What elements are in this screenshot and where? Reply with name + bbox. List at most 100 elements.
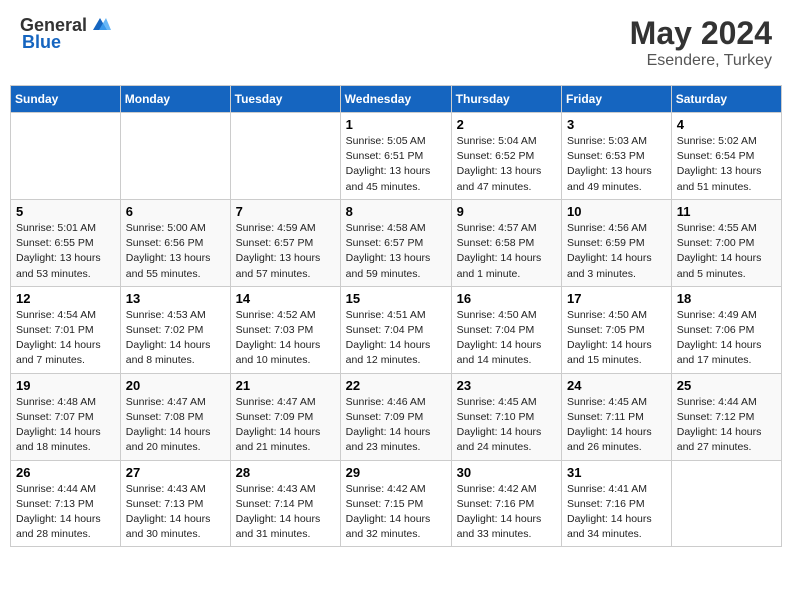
- day-detail: Sunrise: 4:46 AMSunset: 7:09 PMDaylight:…: [346, 395, 446, 456]
- day-number: 10: [567, 204, 666, 219]
- day-number: 16: [457, 291, 556, 306]
- day-detail: Sunrise: 4:47 AMSunset: 7:08 PMDaylight:…: [126, 395, 225, 456]
- day-number: 21: [236, 378, 335, 393]
- calendar-cell: [120, 113, 230, 200]
- weekday-header-thursday: Thursday: [451, 86, 561, 113]
- calendar-cell: [11, 113, 121, 200]
- day-detail: Sunrise: 4:53 AMSunset: 7:02 PMDaylight:…: [126, 308, 225, 369]
- calendar-week-3: 12Sunrise: 4:54 AMSunset: 7:01 PMDayligh…: [11, 286, 782, 373]
- calendar-cell: 31 Sunrise: 4:41 AMSunset: 7:16 PMDayligh…: [562, 460, 672, 547]
- day-detail: Sunrise: 4:49 AMSunset: 7:06 PMDaylight:…: [677, 308, 776, 369]
- calendar-cell: 9 Sunrise: 4:57 AMSunset: 6:58 PMDaylight…: [451, 199, 561, 286]
- calendar-cell: 12Sunrise: 4:54 AMSunset: 7:01 PMDayligh…: [11, 286, 121, 373]
- calendar-cell: 15 Sunrise: 4:51 AMSunset: 7:04 PMDayligh…: [340, 286, 451, 373]
- day-number: 8: [346, 204, 446, 219]
- weekday-header-monday: Monday: [120, 86, 230, 113]
- day-detail: Sunrise: 4:51 AMSunset: 7:04 PMDaylight:…: [346, 308, 446, 369]
- day-detail: Sunrise: 4:42 AMSunset: 7:15 PMDaylight:…: [346, 482, 446, 543]
- day-number: 9: [457, 204, 556, 219]
- day-detail: Sunrise: 4:50 AMSunset: 7:04 PMDaylight:…: [457, 308, 556, 369]
- day-detail: Sunrise: 5:00 AMSunset: 6:56 PMDaylight:…: [126, 221, 225, 282]
- day-detail: Sunrise: 4:43 AMSunset: 7:14 PMDaylight:…: [236, 482, 335, 543]
- weekday-header-tuesday: Tuesday: [230, 86, 340, 113]
- day-number: 1: [346, 117, 446, 132]
- location-subtitle: Esendere, Turkey: [630, 52, 772, 70]
- day-number: 11: [677, 204, 776, 219]
- logo-icon: [89, 16, 111, 34]
- calendar-cell: 2 Sunrise: 5:04 AMSunset: 6:52 PMDaylight…: [451, 113, 561, 200]
- day-number: 18: [677, 291, 776, 306]
- weekday-header-friday: Friday: [562, 86, 672, 113]
- calendar-cell: [230, 113, 340, 200]
- weekday-header-saturday: Saturday: [671, 86, 781, 113]
- day-number: 3: [567, 117, 666, 132]
- day-detail: Sunrise: 4:57 AMSunset: 6:58 PMDaylight:…: [457, 221, 556, 282]
- calendar-cell: 17Sunrise: 4:50 AMSunset: 7:05 PMDayligh…: [562, 286, 672, 373]
- calendar-cell: 22 Sunrise: 4:46 AMSunset: 7:09 PMDayligh…: [340, 373, 451, 460]
- calendar-cell: [671, 460, 781, 547]
- day-detail: Sunrise: 4:58 AMSunset: 6:57 PMDaylight:…: [346, 221, 446, 282]
- weekday-header-wednesday: Wednesday: [340, 86, 451, 113]
- calendar-cell: 25 Sunrise: 4:44 AMSunset: 7:12 PMDayligh…: [671, 373, 781, 460]
- calendar-cell: 8 Sunrise: 4:58 AMSunset: 6:57 PMDaylight…: [340, 199, 451, 286]
- calendar-cell: 4 Sunrise: 5:02 AMSunset: 6:54 PMDaylight…: [671, 113, 781, 200]
- calendar-cell: 11 Sunrise: 4:55 AMSunset: 7:00 PMDayligh…: [671, 199, 781, 286]
- day-detail: Sunrise: 5:05 AMSunset: 6:51 PMDaylight:…: [346, 134, 446, 195]
- day-number: 4: [677, 117, 776, 132]
- calendar-week-1: 1 Sunrise: 5:05 AMSunset: 6:51 PMDaylight…: [11, 113, 782, 200]
- day-detail: Sunrise: 4:42 AMSunset: 7:16 PMDaylight:…: [457, 482, 556, 543]
- day-detail: Sunrise: 4:52 AMSunset: 7:03 PMDaylight:…: [236, 308, 335, 369]
- calendar-cell: 6 Sunrise: 5:00 AMSunset: 6:56 PMDaylight…: [120, 199, 230, 286]
- day-number: 15: [346, 291, 446, 306]
- day-detail: Sunrise: 4:55 AMSunset: 7:00 PMDaylight:…: [677, 221, 776, 282]
- day-number: 14: [236, 291, 335, 306]
- calendar-cell: 14 Sunrise: 4:52 AMSunset: 7:03 PMDayligh…: [230, 286, 340, 373]
- calendar-cell: 7Sunrise: 4:59 AMSunset: 6:57 PMDaylight…: [230, 199, 340, 286]
- calendar-week-2: 5Sunrise: 5:01 AMSunset: 6:55 PMDaylight…: [11, 199, 782, 286]
- calendar-cell: 16 Sunrise: 4:50 AMSunset: 7:04 PMDayligh…: [451, 286, 561, 373]
- day-detail: Sunrise: 4:59 AMSunset: 6:57 PMDaylight:…: [236, 221, 335, 282]
- day-detail: Sunrise: 5:04 AMSunset: 6:52 PMDaylight:…: [457, 134, 556, 195]
- day-detail: Sunrise: 4:50 AMSunset: 7:05 PMDaylight:…: [567, 308, 666, 369]
- day-number: 28: [236, 465, 335, 480]
- day-number: 5: [16, 204, 115, 219]
- day-detail: Sunrise: 4:44 AMSunset: 7:13 PMDaylight:…: [16, 482, 115, 543]
- logo: General Blue: [20, 15, 111, 53]
- calendar-cell: 20 Sunrise: 4:47 AMSunset: 7:08 PMDayligh…: [120, 373, 230, 460]
- calendar-week-4: 19Sunrise: 4:48 AMSunset: 7:07 PMDayligh…: [11, 373, 782, 460]
- calendar-cell: 1 Sunrise: 5:05 AMSunset: 6:51 PMDaylight…: [340, 113, 451, 200]
- page-header: General Blue May 2024 Esendere, Turkey: [10, 10, 782, 75]
- day-number: 6: [126, 204, 225, 219]
- calendar-cell: 23 Sunrise: 4:45 AMSunset: 7:10 PMDayligh…: [451, 373, 561, 460]
- calendar-cell: 24Sunrise: 4:45 AMSunset: 7:11 PMDayligh…: [562, 373, 672, 460]
- day-detail: Sunrise: 4:54 AMSunset: 7:01 PMDaylight:…: [16, 308, 115, 369]
- day-number: 26: [16, 465, 115, 480]
- day-number: 23: [457, 378, 556, 393]
- day-detail: Sunrise: 4:56 AMSunset: 6:59 PMDaylight:…: [567, 221, 666, 282]
- day-detail: Sunrise: 5:03 AMSunset: 6:53 PMDaylight:…: [567, 134, 666, 195]
- day-number: 31: [567, 465, 666, 480]
- day-number: 25: [677, 378, 776, 393]
- day-detail: Sunrise: 4:45 AMSunset: 7:10 PMDaylight:…: [457, 395, 556, 456]
- day-detail: Sunrise: 4:44 AMSunset: 7:12 PMDaylight:…: [677, 395, 776, 456]
- day-number: 22: [346, 378, 446, 393]
- calendar-cell: 29 Sunrise: 4:42 AMSunset: 7:15 PMDayligh…: [340, 460, 451, 547]
- calendar-week-5: 26 Sunrise: 4:44 AMSunset: 7:13 PMDayligh…: [11, 460, 782, 547]
- day-detail: Sunrise: 5:02 AMSunset: 6:54 PMDaylight:…: [677, 134, 776, 195]
- day-number: 2: [457, 117, 556, 132]
- day-number: 29: [346, 465, 446, 480]
- day-number: 20: [126, 378, 225, 393]
- month-title: May 2024: [630, 15, 772, 52]
- day-detail: Sunrise: 4:45 AMSunset: 7:11 PMDaylight:…: [567, 395, 666, 456]
- day-detail: Sunrise: 4:41 AMSunset: 7:16 PMDaylight:…: [567, 482, 666, 543]
- calendar-cell: 26 Sunrise: 4:44 AMSunset: 7:13 PMDayligh…: [11, 460, 121, 547]
- weekday-header-sunday: Sunday: [11, 86, 121, 113]
- calendar-cell: 5Sunrise: 5:01 AMSunset: 6:55 PMDaylight…: [11, 199, 121, 286]
- calendar-cell: 27 Sunrise: 4:43 AMSunset: 7:13 PMDayligh…: [120, 460, 230, 547]
- day-detail: Sunrise: 4:43 AMSunset: 7:13 PMDaylight:…: [126, 482, 225, 543]
- calendar-cell: 18 Sunrise: 4:49 AMSunset: 7:06 PMDayligh…: [671, 286, 781, 373]
- day-number: 30: [457, 465, 556, 480]
- calendar-cell: 10 Sunrise: 4:56 AMSunset: 6:59 PMDayligh…: [562, 199, 672, 286]
- day-number: 19: [16, 378, 115, 393]
- day-number: 27: [126, 465, 225, 480]
